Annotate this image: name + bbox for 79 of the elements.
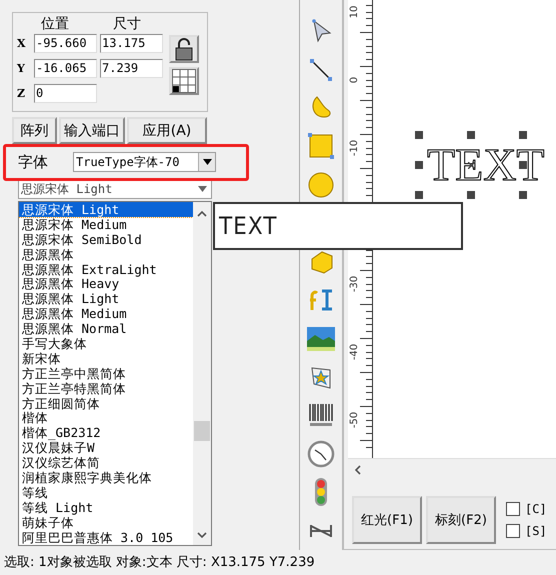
barcode-icon[interactable] (308, 402, 334, 428)
size-field[interactable]: 13.175 (100, 34, 163, 52)
vertical-scrollbar[interactable] (193, 202, 211, 545)
font-list-item[interactable]: 楷体 (19, 410, 193, 426)
scroll-up-icon[interactable] (197, 210, 207, 218)
font-list-item[interactable]: 思源黑体 ExtraLight (19, 262, 193, 276)
font-list-item[interactable]: 楷体_GB2312 (19, 425, 193, 440)
font-list-item[interactable]: 方正兰亭特黑简体 (19, 380, 193, 396)
font-list-item[interactable]: 等线 (19, 484, 193, 500)
font-list-item[interactable]: 阿里巴巴普惠体 3.0 105 (19, 530, 193, 544)
ruler-label: -30 (349, 274, 361, 294)
text-object[interactable]: TEXT (427, 139, 545, 191)
position-field[interactable]: -16.065 (34, 58, 97, 78)
clock-icon[interactable] (307, 440, 335, 468)
position-field[interactable]: 0 (34, 84, 97, 102)
selection-handle[interactable] (519, 191, 527, 199)
font-list-item[interactable]: 思源黑体 Light (19, 291, 193, 306)
axis-label: Z (17, 86, 26, 100)
status-text: 选取: 1对象被选取 对象:文本 尺寸: X13.175 Y7.239 (3, 554, 316, 572)
option-label: [C] (525, 502, 547, 516)
selection-handle[interactable] (415, 131, 423, 139)
ruler-label: 10 (349, 4, 361, 20)
selection-handle[interactable] (519, 131, 527, 139)
option-checkbox[interactable] (506, 524, 520, 538)
text-tool-icon[interactable] (308, 287, 334, 314)
ruler-label: -40 (349, 342, 361, 362)
toolbar-button[interactable]: 输入端口 (59, 117, 125, 144)
scroll-down-icon[interactable] (197, 531, 207, 539)
scroll-left-icon[interactable] (354, 465, 362, 475)
axis-label: X (17, 36, 27, 50)
traffic-light-icon[interactable] (315, 478, 327, 506)
option-checkbox[interactable] (506, 502, 520, 516)
circle-icon[interactable] (308, 172, 334, 198)
font-list-item[interactable]: 手写大象体 (19, 336, 193, 351)
font-list-item[interactable]: 思源黑体 Medium (19, 306, 193, 322)
font-list-item[interactable]: 汉仪晨妹子W (19, 440, 193, 456)
position-header: 位置 (41, 15, 70, 33)
font-list-item[interactable]: 等线 Light (19, 500, 193, 515)
font-list-item[interactable]: 润植家康熙字典美化体 (19, 470, 193, 485)
selection-handle[interactable] (415, 191, 423, 199)
font-name-dropdown[interactable]: 思源宋体 Light (18, 179, 212, 199)
font-type-dropdown[interactable]: TrueType字体-70 (73, 152, 216, 172)
font-list-item[interactable]: 思源宋体 Light (19, 202, 193, 217)
landscape-image-icon[interactable] (307, 326, 335, 351)
line-icon[interactable] (308, 56, 334, 83)
font-list-item[interactable]: 思源宋体 Medium (19, 216, 193, 232)
action-button[interactable]: 标刻(F2) (426, 496, 496, 544)
center-mark-icon (468, 162, 475, 169)
selection-handle[interactable] (467, 191, 475, 199)
axis-label: Y (17, 62, 26, 74)
scrollbar-thumb[interactable] (194, 421, 210, 441)
lock-button[interactable] (169, 35, 199, 63)
font-label: 字体 (17, 152, 49, 172)
size-field[interactable]: 7.239 (100, 58, 163, 78)
preview-text: TEXT (219, 212, 278, 240)
selection-handle[interactable] (415, 161, 423, 169)
font-list-item[interactable]: 思源宋体 SemiBold (19, 232, 193, 247)
font-list-item[interactable]: 方正兰亭中黑简体 (19, 366, 193, 381)
rectangle-icon[interactable] (308, 133, 334, 160)
size-header: 尺寸 (113, 15, 141, 33)
ruler-label: -10 (349, 138, 361, 158)
font-list-item[interactable]: 方正细圆简体 (19, 396, 193, 410)
grid-button[interactable] (169, 67, 199, 95)
selection-handle[interactable] (467, 131, 475, 139)
selection-handle[interactable] (519, 161, 527, 169)
position-field[interactable]: -95.660 (34, 34, 97, 52)
action-button[interactable]: 红光(F1) (352, 496, 422, 544)
font-list-item[interactable]: 思源黑体 (19, 246, 193, 262)
ruler-label: 0 (349, 76, 361, 86)
resize-icon[interactable] (309, 524, 333, 538)
font-list-item[interactable]: 新宋体 (19, 350, 193, 366)
font-list-item[interactable]: 思源黑体 Heavy (19, 276, 193, 292)
toolbar-button[interactable]: 应用(A) (127, 117, 207, 144)
toolbar-button[interactable]: 阵列 (12, 117, 57, 144)
font-list-item[interactable]: 汉仪综艺体简 (19, 455, 193, 470)
font-list-item[interactable]: 萌妹子体 (19, 514, 193, 530)
ruler-label: -50 (349, 410, 361, 430)
option-label: [S] (525, 524, 547, 538)
font-list-item[interactable]: 思源黑体 Normal (19, 321, 193, 336)
